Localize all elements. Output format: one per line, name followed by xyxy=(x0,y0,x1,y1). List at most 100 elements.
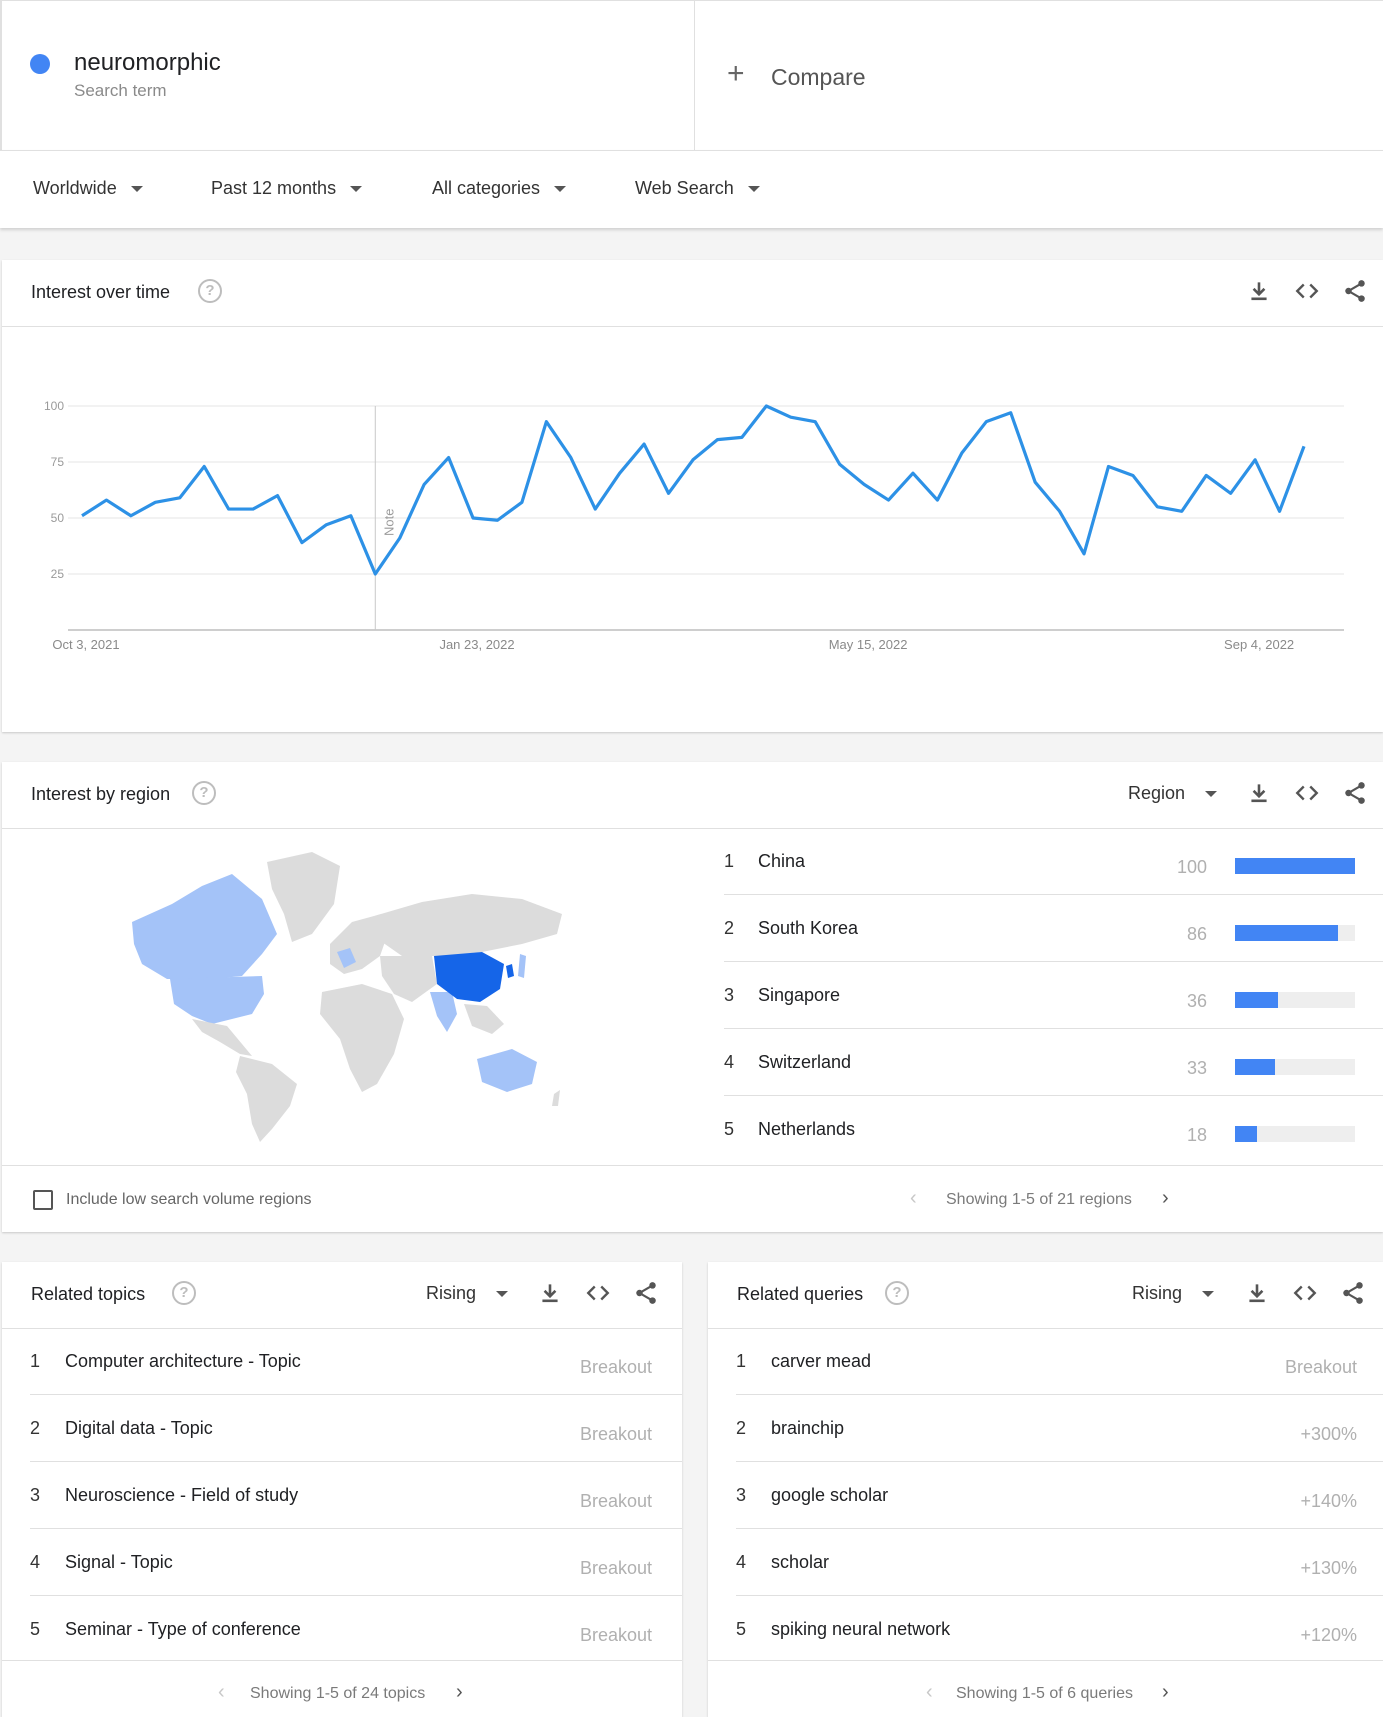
download-icon[interactable] xyxy=(537,1280,563,1306)
y-tick-label: 25 xyxy=(51,567,65,581)
world-map[interactable] xyxy=(112,844,612,1144)
share-icon[interactable] xyxy=(1340,1280,1366,1306)
location-filter[interactable]: Worldwide xyxy=(33,178,143,199)
help-icon[interactable]: ? xyxy=(172,1281,196,1305)
next-page-icon[interactable]: › xyxy=(1162,1187,1169,1210)
region-name[interactable]: Switzerland xyxy=(758,1052,851,1073)
region-row[interactable]: 5 Netherlands 18 xyxy=(724,1096,1383,1163)
download-icon[interactable] xyxy=(1246,780,1272,806)
rank-number: 3 xyxy=(30,1485,41,1505)
map-region-usa[interactable] xyxy=(170,976,264,1024)
interest-over-time-card: Interest over time ? 25 50 75 100 Oct 3, 20… xyxy=(2,260,1383,732)
topic-name[interactable]: Neuroscience - Field of study xyxy=(65,1485,298,1506)
topic-row[interactable]: 4 Signal - Topic Breakout xyxy=(2,1529,682,1596)
share-icon[interactable] xyxy=(1342,780,1368,806)
map-region-australia[interactable] xyxy=(477,1049,537,1092)
topic-name[interactable]: Computer architecture - Topic xyxy=(65,1351,301,1372)
topic-row[interactable]: 5 Seminar - Type of conference Breakout xyxy=(2,1596,682,1663)
help-icon[interactable]: ? xyxy=(192,781,216,805)
rank-number: 5 xyxy=(724,1119,735,1139)
share-icon[interactable] xyxy=(1342,278,1368,304)
map-region-canada[interactable] xyxy=(132,874,277,979)
value-label: Breakout xyxy=(579,1491,652,1511)
rank-number: 5 xyxy=(30,1619,41,1639)
topic-name[interactable]: Seminar - Type of conference xyxy=(65,1619,301,1640)
resolution-dropdown[interactable]: Region xyxy=(1128,783,1218,804)
topics-mode-dropdown[interactable]: Rising xyxy=(426,1283,509,1304)
topic-row[interactable]: 1 Computer architecture - Topic Breakout xyxy=(2,1328,682,1395)
term-color-dot xyxy=(30,54,50,74)
chevron-down-icon xyxy=(1202,1291,1215,1298)
topic-name[interactable]: Signal - Topic xyxy=(65,1552,173,1573)
download-icon[interactable] xyxy=(1244,1280,1270,1306)
interest-over-time-chart: 25 50 75 100 Oct 3, 2021 Jan 23, 2022 May 15,… xyxy=(44,399,1344,652)
region-pager: Showing 1-5 of 21 regions xyxy=(946,1191,1132,1208)
map-region-india[interactable] xyxy=(430,992,457,1032)
embed-code-icon[interactable] xyxy=(585,1280,611,1306)
region-row[interactable]: 4 Switzerland 33 xyxy=(724,1029,1383,1096)
footer-divider xyxy=(2,1165,1383,1166)
map-region-mexico[interactable] xyxy=(192,1019,252,1056)
query-name[interactable]: google scholar xyxy=(771,1485,888,1506)
topic-row[interactable]: 3 Neuroscience - Field of study Breakout xyxy=(2,1462,682,1529)
topic-row[interactable]: 2 Digital data - Topic Breakout xyxy=(2,1395,682,1462)
map-region-new-zealand[interactable] xyxy=(552,1090,560,1106)
embed-code-icon[interactable] xyxy=(1294,780,1320,806)
time-range-filter[interactable]: Past 12 months xyxy=(211,178,363,199)
resolution-dropdown-label: Region xyxy=(1128,783,1186,803)
category-filter[interactable]: All categories xyxy=(432,178,567,199)
query-name[interactable]: scholar xyxy=(771,1552,829,1573)
queries-mode-dropdown[interactable]: Rising xyxy=(1132,1283,1215,1304)
prev-page-icon[interactable]: ‹ xyxy=(910,1187,917,1210)
compare-button[interactable]: Compare xyxy=(771,64,866,91)
rank-number: 2 xyxy=(736,1418,747,1438)
region-row[interactable]: 2 South Korea 86 xyxy=(724,895,1383,962)
value-label: 33 xyxy=(1186,1058,1207,1078)
low-volume-checkbox[interactable] xyxy=(33,1190,53,1210)
embed-code-icon[interactable] xyxy=(1292,1280,1318,1306)
region-name[interactable]: Netherlands xyxy=(758,1119,855,1140)
map-region-korea[interactable] xyxy=(506,964,514,978)
share-icon[interactable] xyxy=(633,1280,659,1306)
query-row[interactable]: 5 spiking neural network +120% xyxy=(708,1596,1383,1663)
map-region-japan[interactable] xyxy=(518,954,526,978)
rank-number: 4 xyxy=(30,1552,41,1572)
map-region-greenland[interactable] xyxy=(267,852,340,942)
query-row[interactable]: 1 carver mead Breakout xyxy=(708,1328,1383,1395)
region-row[interactable]: 3 Singapore 36 xyxy=(724,962,1383,1029)
topic-name[interactable]: Digital data - Topic xyxy=(65,1418,213,1439)
map-region-russia[interactable] xyxy=(374,894,562,956)
compare-card[interactable]: + Compare xyxy=(695,0,1383,150)
search-term[interactable]: neuromorphic xyxy=(74,49,221,77)
next-page-icon[interactable]: › xyxy=(1162,1681,1169,1704)
query-row[interactable]: 3 google scholar +140% xyxy=(708,1462,1383,1529)
map-region-africa[interactable] xyxy=(320,984,404,1092)
value-bar-track xyxy=(1235,858,1355,874)
property-filter[interactable]: Web Search xyxy=(635,178,760,199)
map-region-south-america[interactable] xyxy=(236,1056,297,1142)
prev-page-icon[interactable]: ‹ xyxy=(926,1681,933,1704)
region-name[interactable]: South Korea xyxy=(758,918,858,939)
search-term-card[interactable]: neuromorphic Search term xyxy=(0,0,695,150)
embed-code-icon[interactable] xyxy=(1294,278,1320,304)
map-region-se-asia[interactable] xyxy=(464,1004,504,1034)
query-row[interactable]: 4 scholar +130% xyxy=(708,1529,1383,1596)
query-name[interactable]: carver mead xyxy=(771,1351,871,1372)
help-icon[interactable]: ? xyxy=(885,1281,909,1305)
y-tick-label: 75 xyxy=(51,455,65,469)
query-row[interactable]: 2 brainchip +300% xyxy=(708,1395,1383,1462)
rank-number: 5 xyxy=(736,1619,747,1639)
query-name[interactable]: spiking neural network xyxy=(771,1619,950,1640)
value-label: Breakout xyxy=(579,1424,652,1444)
region-name[interactable]: Singapore xyxy=(758,985,840,1006)
note-marker-label[interactable]: Note xyxy=(381,509,396,536)
prev-page-icon[interactable]: ‹ xyxy=(218,1681,225,1704)
next-page-icon[interactable]: › xyxy=(456,1681,463,1704)
value-label: 36 xyxy=(1186,991,1207,1011)
help-icon[interactable]: ? xyxy=(198,279,222,303)
query-name[interactable]: brainchip xyxy=(771,1418,844,1439)
region-row[interactable]: 1 China 100 xyxy=(724,828,1383,895)
region-name[interactable]: China xyxy=(758,851,805,872)
download-icon[interactable] xyxy=(1246,278,1272,304)
rank-number: 1 xyxy=(736,1351,747,1371)
